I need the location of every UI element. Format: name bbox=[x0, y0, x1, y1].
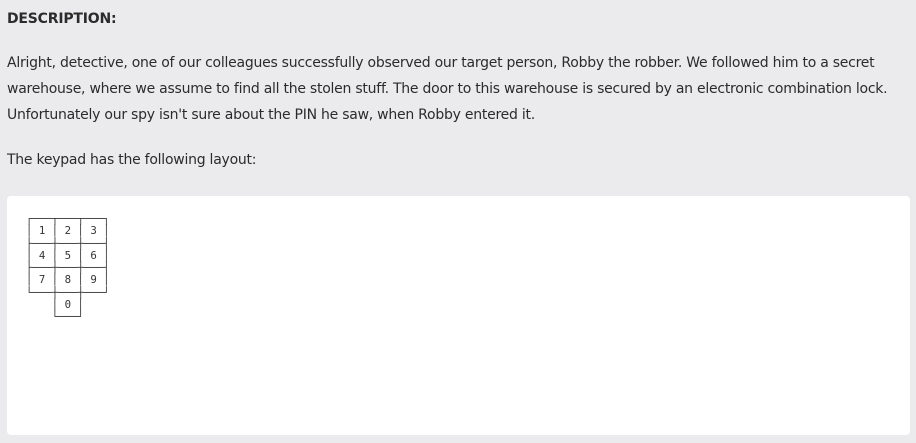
code-block: ┌───┬───┬───┐ │ 1 │ 2 │ 3 │ ├───┼───┼───… bbox=[7, 196, 910, 435]
keypad-layout-diagram: ┌───┬───┬───┐ │ 1 │ 2 │ 3 │ ├───┼───┼───… bbox=[26, 212, 110, 324]
keypad-intro-text: The keypad has the following layout: bbox=[7, 152, 257, 168]
description-heading: DESCRIPTION: bbox=[7, 11, 117, 27]
description-paragraph: Alright, detective, one of our colleague… bbox=[7, 55, 888, 123]
